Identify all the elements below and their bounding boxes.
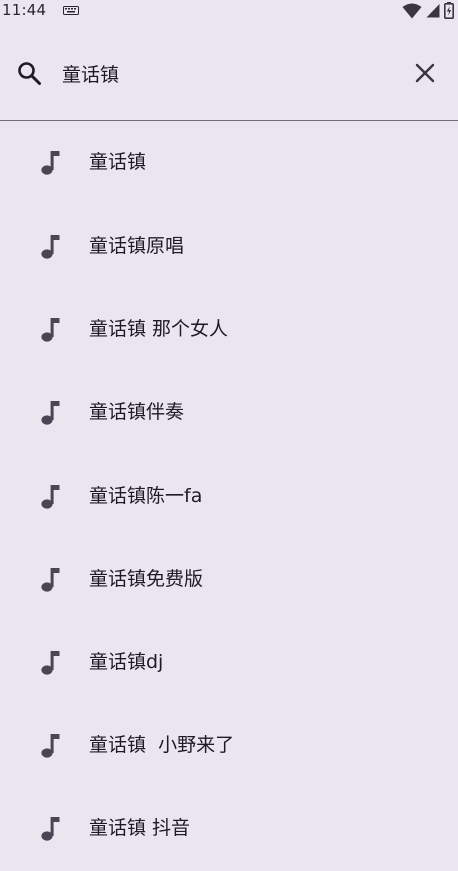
music-note-icon xyxy=(41,734,60,758)
music-note-icon xyxy=(41,151,60,175)
music-note-icon xyxy=(41,484,60,509)
close-icon[interactable] xyxy=(413,61,437,85)
suggestion-item[interactable]: 童话镇原唱 xyxy=(0,205,458,288)
suggestion-label: 童话镇免费版 xyxy=(89,567,204,590)
suggestion-item[interactable]: 童话镇陈一fa xyxy=(0,455,458,538)
music-note-icon xyxy=(41,817,60,841)
suggestion-item[interactable]: 童话镇免费版 xyxy=(0,538,458,621)
suggestion-label: 童话镇 小野来了 xyxy=(89,734,235,757)
status-time: 11:44 xyxy=(2,1,47,19)
system-icons xyxy=(402,2,454,19)
suggestion-item[interactable]: 童话镇伴奏 xyxy=(0,371,458,454)
status-bar: 11:44 xyxy=(0,0,458,22)
music-note-icon xyxy=(41,401,60,425)
keyboard-icon xyxy=(63,6,79,15)
signal-icon xyxy=(426,4,440,18)
suggestion-label: 童话镇 抖音 xyxy=(89,817,191,840)
suggestion-item[interactable]: 童话镇 小野来了 xyxy=(0,704,458,787)
wifi-icon xyxy=(402,3,422,18)
suggestion-item[interactable]: 童话镇dj xyxy=(0,621,458,704)
music-note-icon xyxy=(41,235,60,259)
suggestion-item[interactable]: 童话镇 抖音 xyxy=(0,787,458,870)
search-bar xyxy=(0,22,458,120)
suggestion-item[interactable]: 童话镇 那个女人 xyxy=(0,288,458,371)
suggestion-label: 童话镇 xyxy=(89,151,147,173)
music-note-icon xyxy=(41,650,60,675)
music-note-icon xyxy=(41,567,60,592)
music-note-icon xyxy=(41,318,60,342)
suggestion-label: 童话镇陈一fa xyxy=(89,484,203,507)
suggestion-item[interactable]: 童话镇 xyxy=(0,121,458,205)
suggestion-label: 童话镇伴奏 xyxy=(89,401,185,424)
suggestion-label: 童话镇 那个女人 xyxy=(89,318,229,341)
search-input[interactable] xyxy=(62,58,392,88)
suggestion-label: 童话镇dj xyxy=(89,650,164,673)
battery-charging-icon xyxy=(444,2,454,19)
suggestion-label: 童话镇原唱 xyxy=(89,235,185,257)
search-icon xyxy=(18,62,41,85)
suggestion-list: 童话镇 童话镇原唱 童话镇 那个女人 童话镇伴奏 童话镇陈一fa 童话镇免费版 … xyxy=(0,121,458,871)
